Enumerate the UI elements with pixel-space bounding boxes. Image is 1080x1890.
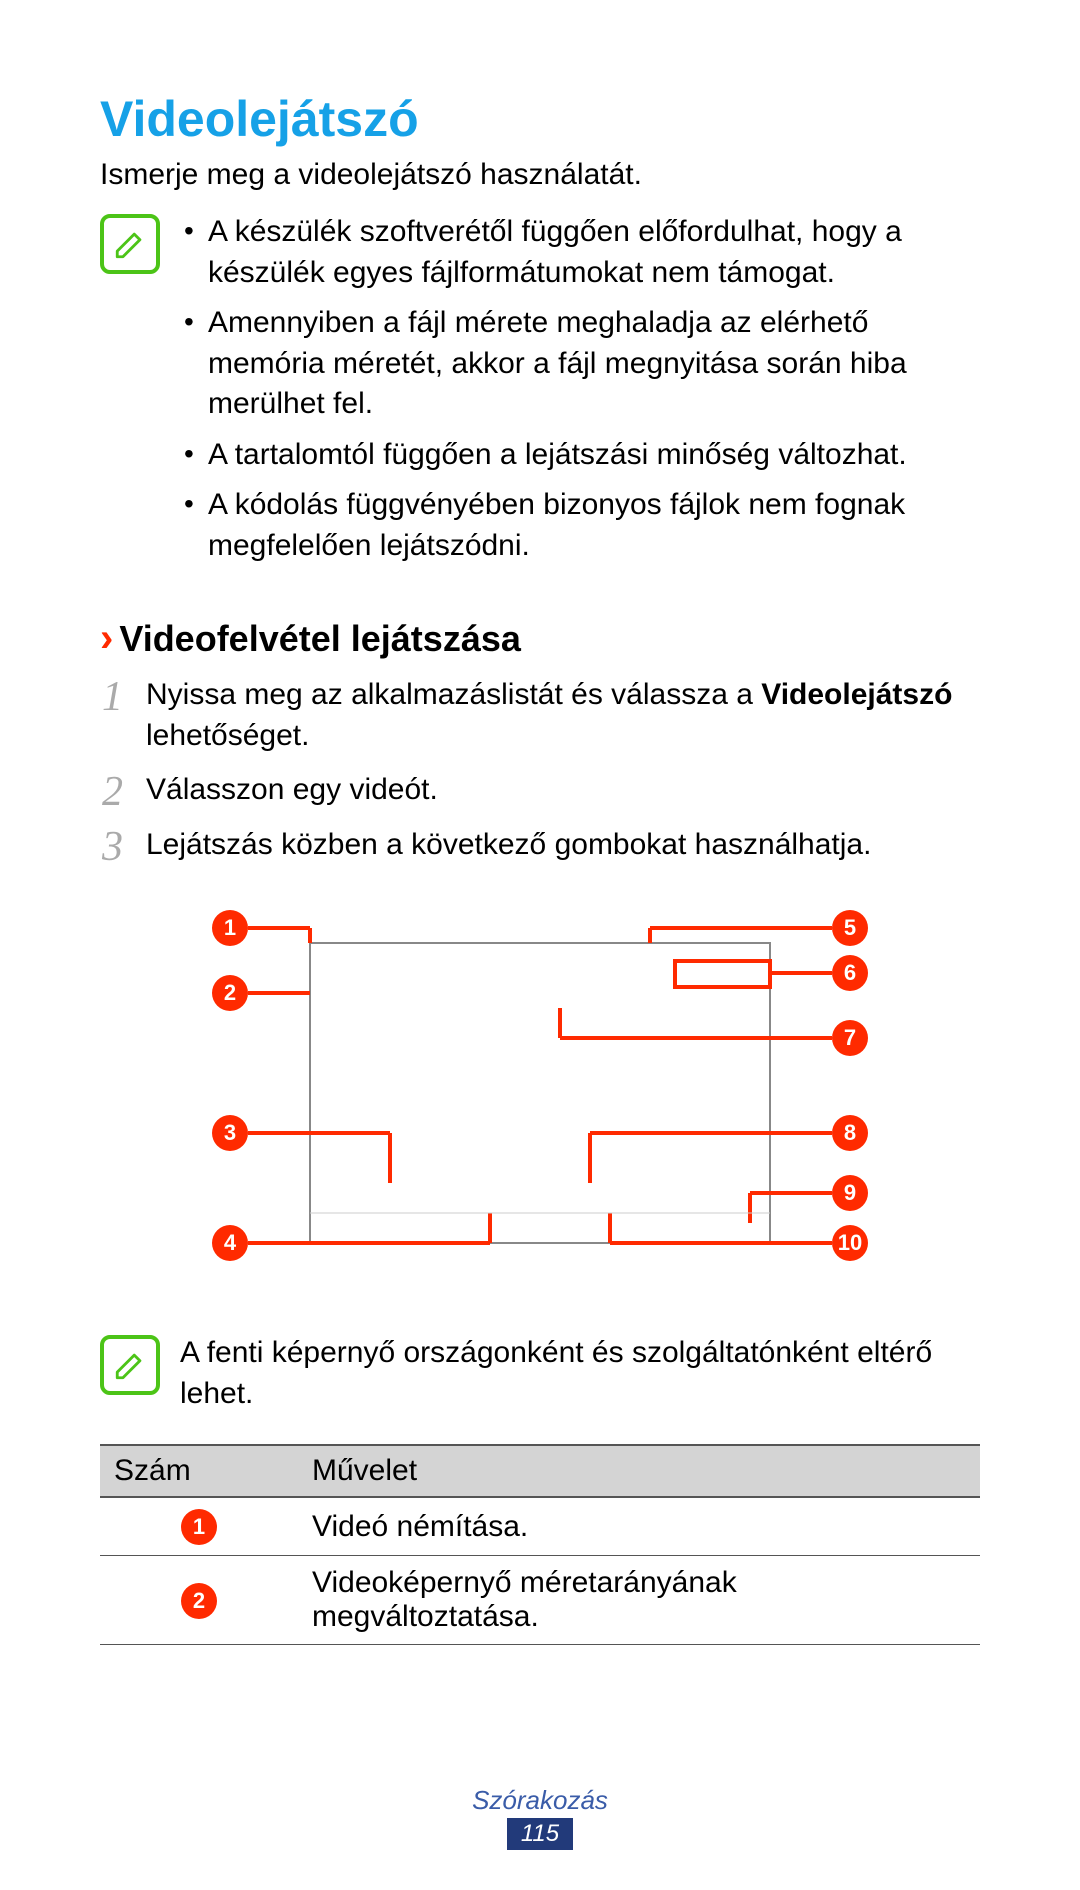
page-title: Videolejátszó: [100, 90, 980, 148]
legend-table: Szám Művelet 1 Videó némítása. 2 Videoké…: [100, 1444, 980, 1645]
note-block-2: A fenti képernyő országonként és szolgál…: [100, 1333, 980, 1414]
callout-5: 5: [832, 910, 868, 946]
step-1-bold: Videolejátszó: [761, 678, 952, 711]
note-1-item: Amennyiben a fájl mérete meghaladja az e…: [180, 303, 980, 425]
footer-category: Szórakozás: [100, 1785, 980, 1816]
callout-4: 4: [212, 1225, 248, 1261]
page-footer: Szórakozás 115: [100, 1785, 980, 1850]
row-num-icon: 1: [181, 1509, 217, 1545]
note-1-item: A kódolás függvényében bizonyos fájlok n…: [180, 485, 980, 566]
note-icon: [100, 214, 160, 274]
player-diagram: 1 2 3 4 5 6 7 8 9 10: [190, 883, 890, 1303]
step-1: Nyissa meg az alkalmazáslistát és válass…: [100, 675, 980, 756]
callout-3: 3: [212, 1115, 248, 1151]
subheading: › Videofelvétel lejátszása: [100, 616, 980, 661]
steps-list: Nyissa meg az alkalmazáslistát és válass…: [100, 675, 980, 865]
legend-header-number: Szám: [100, 1445, 298, 1497]
note-1-list: A készülék szoftverétől függően előfordu…: [180, 212, 980, 566]
note-icon: [100, 1335, 160, 1395]
callout-8: 8: [832, 1115, 868, 1151]
legend-header-action: Művelet: [298, 1445, 980, 1497]
subheading-text: Videofelvétel lejátszása: [119, 618, 521, 660]
diagram-lines: [190, 883, 890, 1303]
row-text: Videó némítása.: [298, 1497, 980, 1556]
step-1-post: lehetőséget.: [146, 719, 309, 752]
callout-9: 9: [832, 1175, 868, 1211]
note-block-1: A készülék szoftverétől függően előfordu…: [100, 212, 980, 576]
callout-2: 2: [212, 975, 248, 1011]
callout-7: 7: [832, 1020, 868, 1056]
step-2: Válasszon egy videót.: [100, 770, 980, 811]
note-1-item: A tartalomtól függően a lejátszási minős…: [180, 435, 980, 476]
callout-6: 6: [832, 955, 868, 991]
table-row: 2 Videoképernyő méretarányának megváltoz…: [100, 1556, 980, 1645]
callout-1: 1: [212, 910, 248, 946]
intro-text: Ismerje meg a videolejátszó használatát.: [100, 158, 980, 192]
chevron-icon: ›: [100, 616, 113, 661]
table-row: 1 Videó némítása.: [100, 1497, 980, 1556]
note-1-item: A készülék szoftverétől függően előfordu…: [180, 212, 980, 293]
callout-10: 10: [832, 1225, 868, 1261]
step-1-pre: Nyissa meg az alkalmazáslistát és válass…: [146, 678, 761, 711]
row-num-icon: 2: [181, 1583, 217, 1619]
note-2-text: A fenti képernyő országonként és szolgál…: [180, 1333, 980, 1414]
row-text: Videoképernyő méretarányának megváltozta…: [298, 1556, 980, 1645]
page-number: 115: [507, 1818, 573, 1850]
step-3: Lejátszás közben a következő gombokat ha…: [100, 825, 980, 866]
